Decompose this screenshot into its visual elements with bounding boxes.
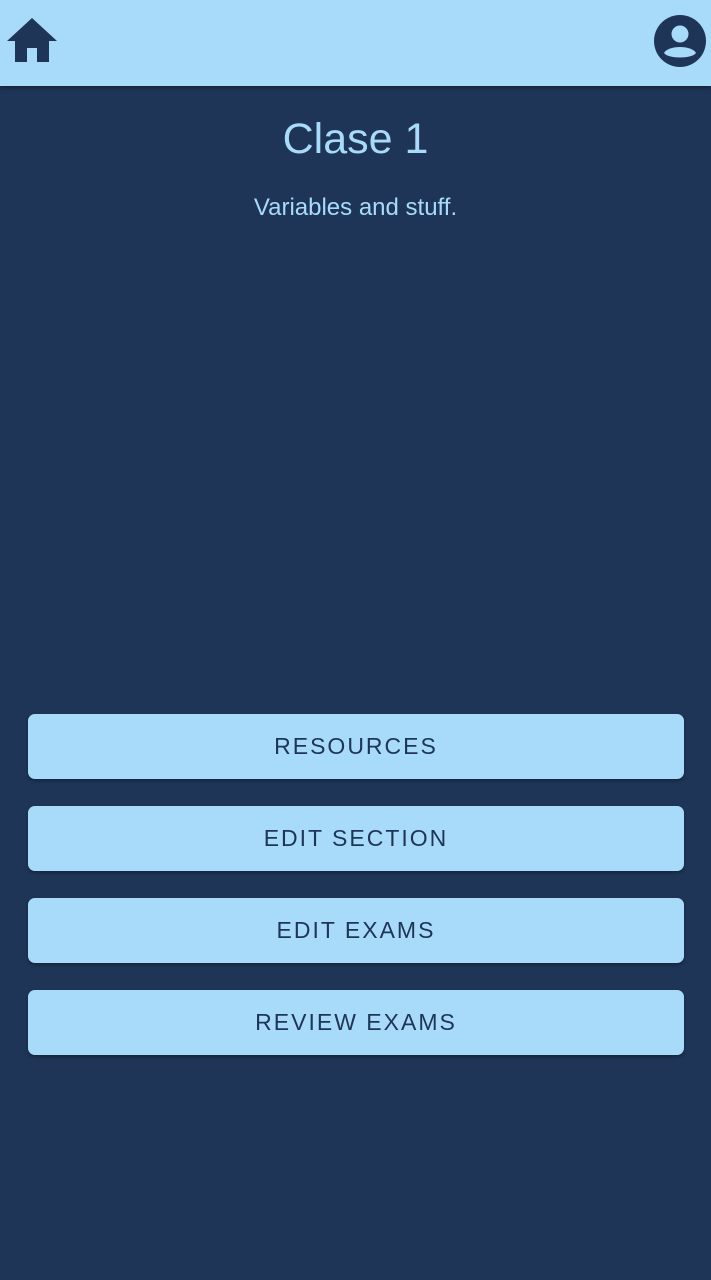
edit-exams-button[interactable]: EDIT EXAMS: [28, 898, 684, 963]
section-description: Variables and stuff.: [253, 194, 458, 221]
section-title: Clase 1: [282, 115, 429, 163]
app-bar: [0, 0, 711, 86]
edit-section-button[interactable]: EDIT SECTION: [28, 806, 684, 871]
review-exams-button[interactable]: REVIEW EXAMS: [28, 990, 684, 1055]
resources-button[interactable]: RESOURCES: [28, 714, 684, 779]
home-icon[interactable]: [6, 16, 58, 64]
account-circle-icon[interactable]: [653, 14, 707, 68]
